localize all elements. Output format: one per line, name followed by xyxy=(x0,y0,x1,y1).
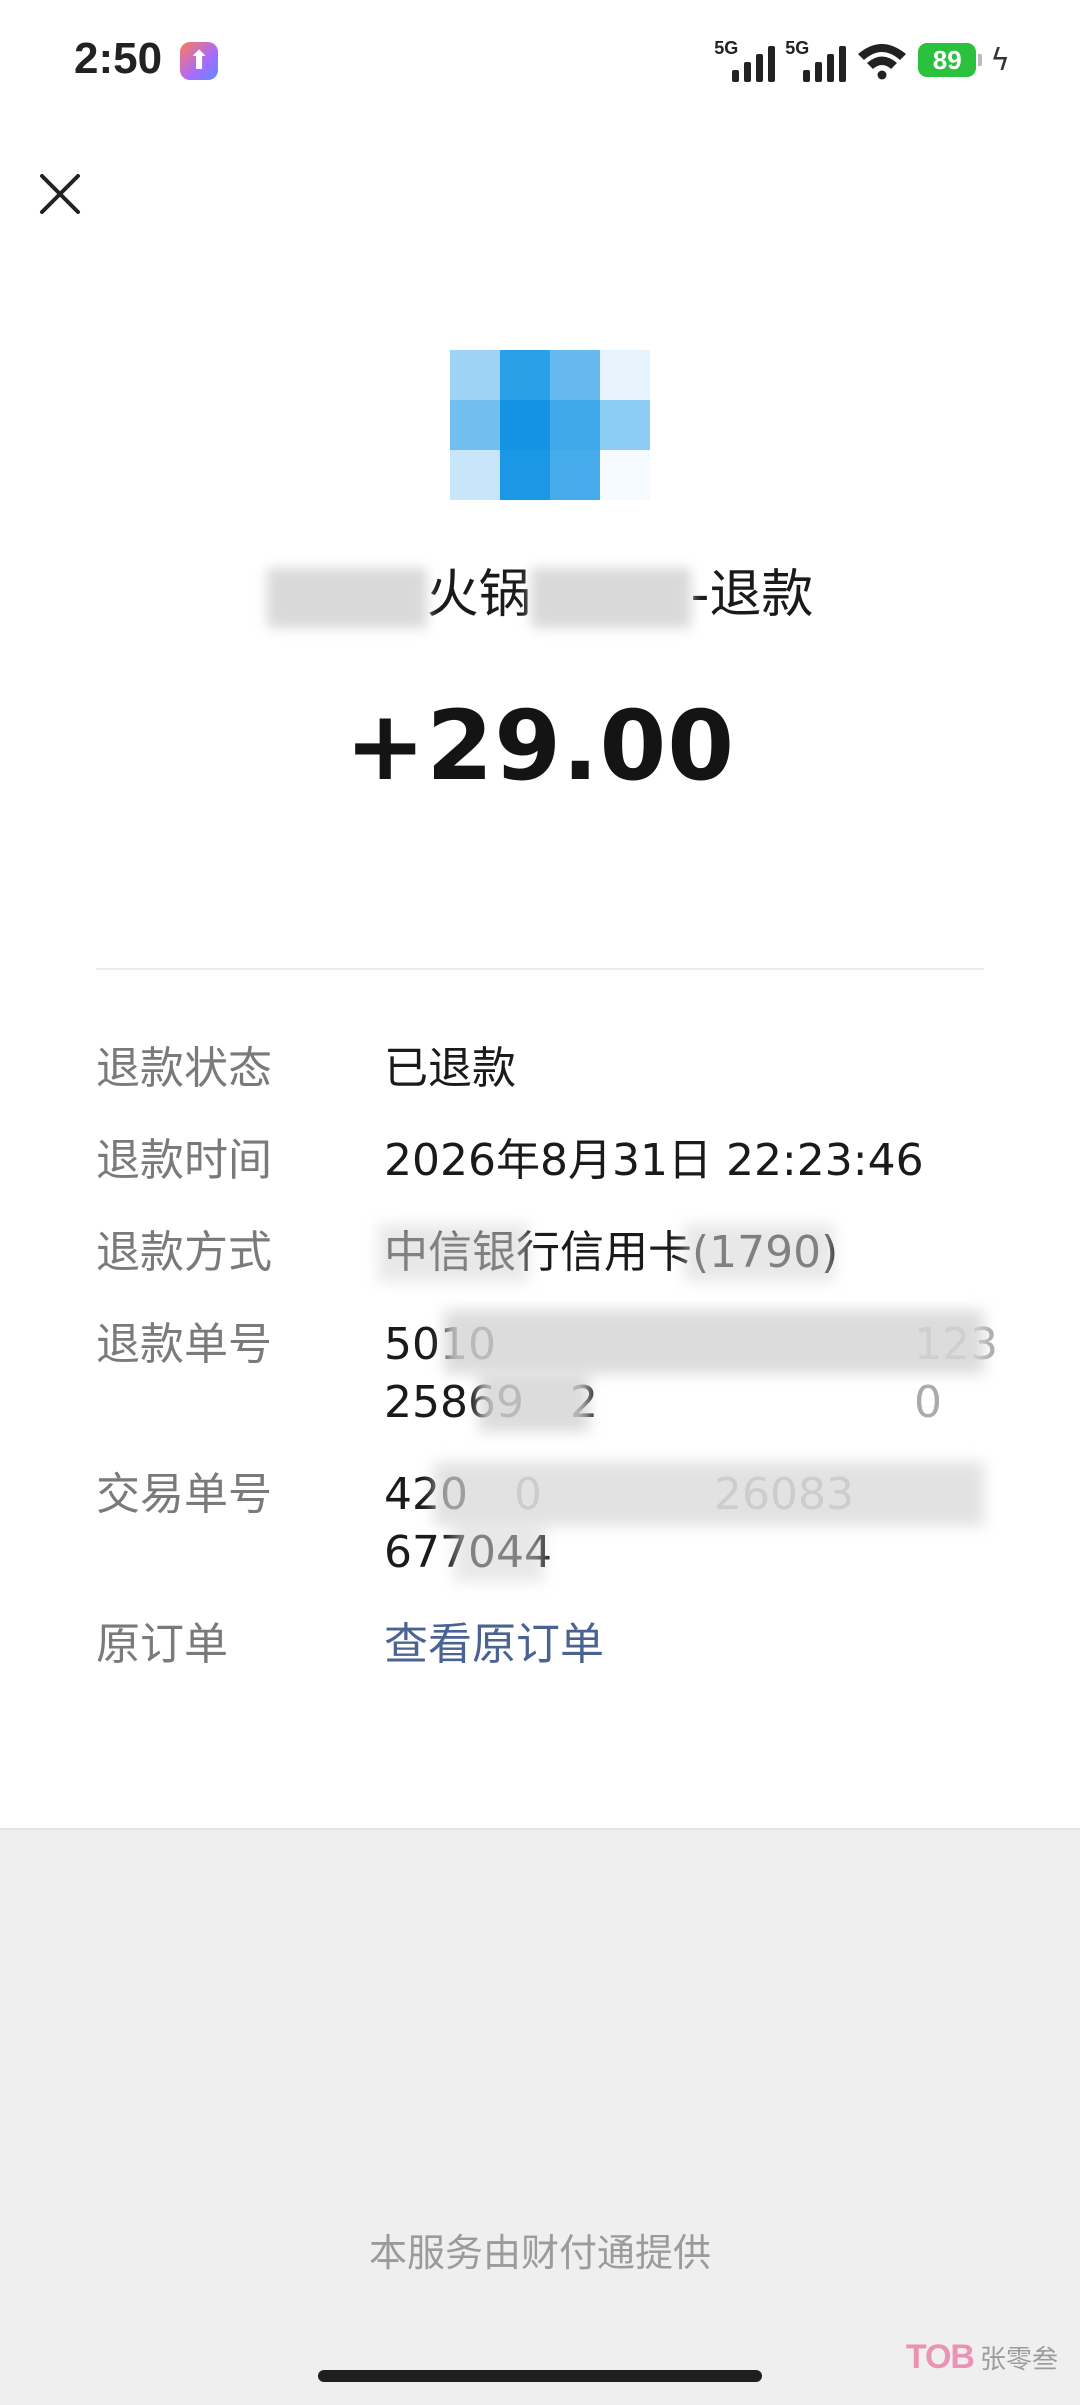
footer-area xyxy=(0,1828,1080,2405)
redacted-block xyxy=(530,568,691,628)
signal-icon: 5G xyxy=(785,38,847,82)
detail-value: 中信银行信用卡(1790) xyxy=(378,1224,1016,1282)
detail-row-trade-no: 交易单号 420 0 26083 677044 xyxy=(96,1462,1016,1582)
app-badge-icon: ⬆ xyxy=(180,42,218,80)
status-time: 2:50 xyxy=(74,34,163,83)
close-icon xyxy=(40,174,80,214)
signal-icon: 5G xyxy=(714,38,776,82)
detail-label: 退款单号 xyxy=(96,1319,272,1370)
network-type-label: 5G xyxy=(785,38,810,58)
detail-value: 5010 1230 25869 2 xyxy=(384,1310,1016,1432)
battery-icon: 89 xyxy=(918,43,983,77)
detail-label: 交易单号 xyxy=(96,1469,272,1520)
detail-label: 退款方式 xyxy=(96,1227,272,1278)
detail-value: 420 0 26083 677044 xyxy=(384,1462,1016,1582)
wifi-icon xyxy=(858,44,907,80)
redacted-block xyxy=(434,1462,984,1526)
divider xyxy=(96,968,984,970)
redacted-block xyxy=(454,1524,544,1582)
close-button[interactable] xyxy=(28,162,92,226)
detail-row-method: 退款方式 中信银行信用卡(1790) xyxy=(96,1224,1016,1282)
watermark-logo: TOB xyxy=(905,2338,975,2376)
refund-amount: +29.00 xyxy=(344,690,736,802)
merchant-name-part: 火锅 xyxy=(426,565,531,625)
redacted-block xyxy=(479,1372,589,1432)
home-indicator[interactable] xyxy=(318,2370,762,2382)
detail-value: 2026年8月31日 22:23:46 xyxy=(384,1135,924,1186)
redacted-block xyxy=(684,1224,834,1282)
detail-label: 退款状态 xyxy=(96,1043,272,1094)
detail-label: 原订单 xyxy=(96,1619,228,1670)
redacted-block xyxy=(266,568,427,628)
redacted-block xyxy=(378,1224,528,1282)
status-bar: 2:50 ⬆ 5G 5G 89 ϟ xyxy=(0,0,1080,120)
charging-icon: ϟ xyxy=(990,42,1010,78)
network-type-label: 5G xyxy=(714,38,739,58)
detail-value: 已退款 xyxy=(384,1043,516,1094)
watermark-text: 张零叁 xyxy=(979,2345,1058,2375)
merchant-name: 火锅 -退款 xyxy=(0,552,1080,628)
view-original-order-link[interactable]: 查看原订单 xyxy=(384,1616,1016,1674)
merchant-name-part: -退款 xyxy=(690,565,814,625)
detail-label: 退款时间 xyxy=(96,1135,272,1186)
detail-row-original-order: 原订单 查看原订单 xyxy=(96,1616,1016,1674)
detail-row-time: 退款时间 2026年8月31日 22:23:46 xyxy=(96,1132,1016,1190)
merchant-logo-icon xyxy=(450,350,650,500)
redacted-block xyxy=(444,1310,984,1374)
status-icons: 5G 5G 89 ϟ xyxy=(714,34,1010,86)
watermark: TOB 张零叁 xyxy=(906,2338,1058,2377)
detail-row-status: 退款状态 已退款 xyxy=(96,1040,1016,1098)
detail-row-refund-no: 退款单号 5010 1230 25869 2 xyxy=(96,1310,1016,1432)
provider-text: 本服务由财付通提供 xyxy=(368,2231,711,2275)
refund-details: 退款状态 已退款 退款时间 2026年8月31日 22:23:46 退款方式 中… xyxy=(96,1040,1016,1708)
